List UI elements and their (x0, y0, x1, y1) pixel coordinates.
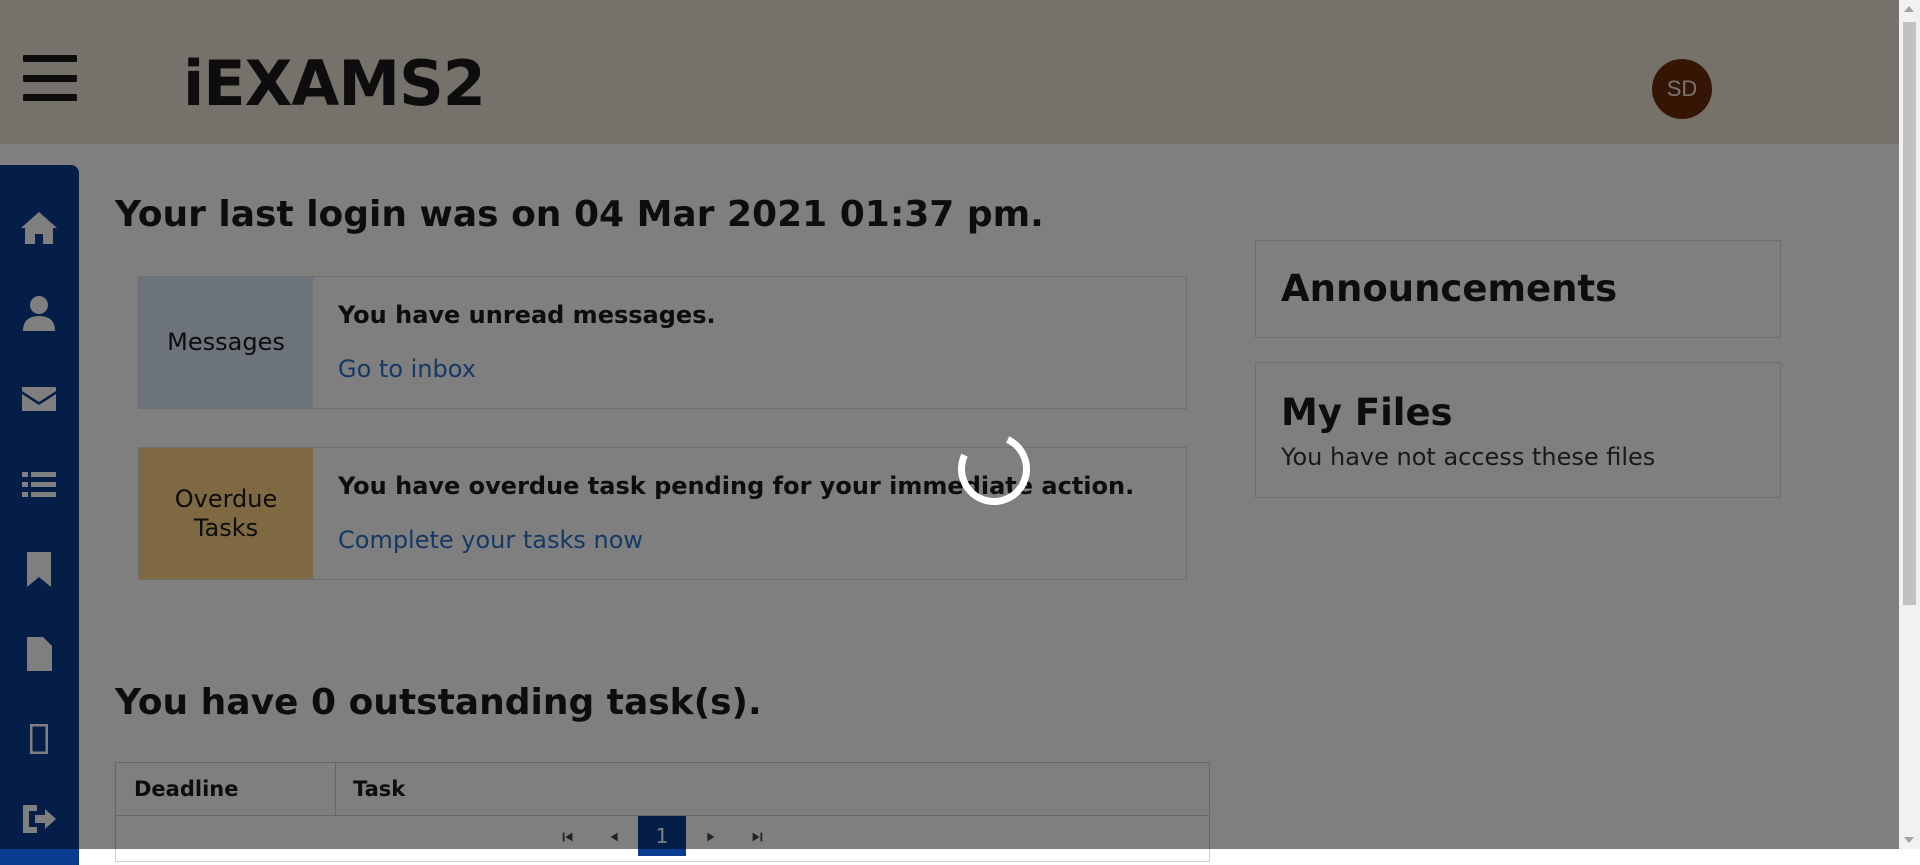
scroll-down-icon[interactable] (1904, 837, 1914, 843)
scroll-up-icon[interactable] (1904, 6, 1914, 12)
loading-overlay (0, 0, 1899, 849)
scroll-thumb[interactable] (1903, 22, 1916, 605)
vertical-scrollbar[interactable] (1899, 0, 1920, 849)
